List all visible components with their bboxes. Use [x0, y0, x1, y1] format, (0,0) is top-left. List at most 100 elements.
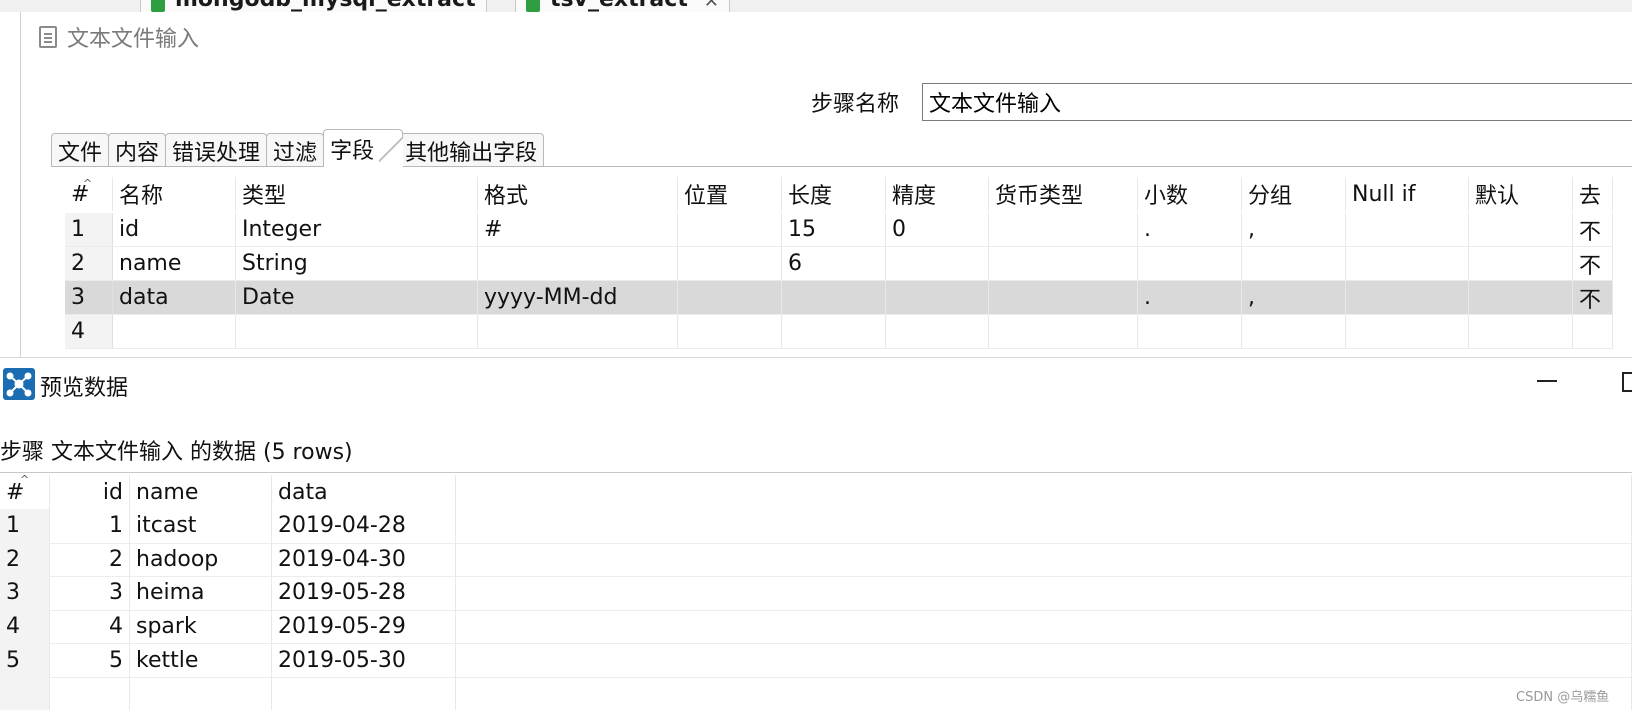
table-cell[interactable]: hadoop	[130, 542, 272, 578]
column-header[interactable]: 小数	[1138, 177, 1242, 211]
table-cell[interactable]: 2019-04-30	[272, 542, 456, 578]
column-header[interactable]: 格式	[478, 177, 678, 211]
table-cell[interactable]	[1469, 247, 1573, 281]
column-header[interactable]: name	[130, 475, 272, 510]
table-row[interactable]: 2 2 hadoop 2019-04-30	[0, 542, 1632, 578]
table-cell[interactable]: id	[113, 213, 236, 247]
table-row[interactable]: 2 name String 6 不	[65, 247, 1632, 281]
background-tab-tsv[interactable]: tsv_extract ✕	[515, 0, 730, 12]
step-name-input[interactable]	[922, 83, 1632, 121]
column-header[interactable]: 名称	[113, 177, 236, 211]
table-cell[interactable]	[886, 315, 989, 349]
table-cell[interactable]: ,	[1242, 281, 1346, 315]
minimize-button[interactable]	[1532, 366, 1562, 396]
table-cell[interactable]: 1	[50, 508, 130, 544]
column-header[interactable]: 精度	[886, 177, 989, 211]
table-cell[interactable]	[456, 575, 1632, 611]
table-cell[interactable]	[782, 281, 886, 315]
table-cell[interactable]: 不	[1573, 213, 1613, 247]
table-cell[interactable]	[113, 315, 236, 349]
table-cell[interactable]: 6	[782, 247, 886, 281]
table-cell[interactable]: 4	[50, 609, 130, 645]
table-cell[interactable]	[886, 247, 989, 281]
table-cell[interactable]	[1346, 247, 1469, 281]
table-cell[interactable]	[678, 213, 782, 247]
tab-error-handling[interactable]: 错误处理	[165, 133, 268, 167]
tab-filter[interactable]: 过滤	[266, 133, 325, 167]
table-cell[interactable]: 0	[886, 213, 989, 247]
table-cell[interactable]	[456, 609, 1632, 645]
table-cell[interactable]	[236, 315, 478, 349]
table-cell[interactable]: heima	[130, 575, 272, 611]
tab-file[interactable]: 文件	[51, 133, 110, 167]
table-cell[interactable]	[1242, 247, 1346, 281]
table-cell[interactable]	[989, 315, 1138, 349]
table-cell[interactable]	[456, 643, 1632, 678]
tab-content[interactable]: 内容	[108, 133, 167, 167]
table-cell[interactable]	[456, 508, 1632, 544]
column-header[interactable]: 分组	[1242, 177, 1346, 211]
table-cell[interactable]: data	[113, 281, 236, 315]
table-row[interactable]: 1 1 itcast 2019-04-28	[0, 508, 1632, 544]
table-cell[interactable]: 2019-04-28	[272, 508, 456, 544]
table-cell[interactable]	[456, 676, 1632, 710]
column-header[interactable]: 长度	[782, 177, 886, 211]
table-cell[interactable]	[1469, 281, 1573, 315]
maximize-button[interactable]	[1622, 372, 1632, 392]
table-cell[interactable]	[130, 676, 272, 710]
table-cell[interactable]	[989, 247, 1138, 281]
table-cell[interactable]: itcast	[130, 508, 272, 544]
table-row[interactable]: 4 4 spark 2019-05-29	[0, 609, 1632, 645]
column-header[interactable]: id	[50, 475, 130, 510]
table-cell[interactable]	[1242, 315, 1346, 349]
table-cell[interactable]	[678, 281, 782, 315]
table-cell[interactable]	[50, 676, 130, 710]
table-cell[interactable]: name	[113, 247, 236, 281]
table-cell[interactable]: 15	[782, 213, 886, 247]
table-cell[interactable]: 3	[50, 575, 130, 611]
column-header[interactable]: 去	[1573, 177, 1613, 211]
table-cell[interactable]: 不	[1573, 281, 1613, 315]
table-cell[interactable]: Integer	[236, 213, 478, 247]
table-cell[interactable]: spark	[130, 609, 272, 645]
table-cell[interactable]	[678, 315, 782, 349]
table-cell[interactable]	[1138, 315, 1242, 349]
table-cell[interactable]	[886, 281, 989, 315]
table-cell[interactable]: 不	[1573, 247, 1613, 281]
table-cell[interactable]	[1469, 213, 1573, 247]
table-row[interactable]: 3 data Date yyyy-MM-dd., 不	[65, 281, 1632, 315]
background-tab-mongodb[interactable]: mongodb_mysql_extract	[140, 0, 487, 12]
table-row[interactable]: 1 id Integer #15 0., 不	[65, 213, 1632, 247]
column-header[interactable]: Null if	[1346, 177, 1469, 211]
table-cell[interactable]: 2019-05-28	[272, 575, 456, 611]
column-header[interactable]	[456, 475, 1632, 510]
table-cell[interactable]	[272, 676, 456, 710]
table-cell[interactable]: #	[478, 213, 678, 247]
table-cell[interactable]: 2019-05-29	[272, 609, 456, 645]
table-cell[interactable]: yyyy-MM-dd	[478, 281, 678, 315]
table-cell[interactable]	[478, 315, 678, 349]
table-cell[interactable]: .	[1138, 213, 1242, 247]
tab-other-output-fields[interactable]: 其他输出字段	[398, 133, 545, 167]
column-header[interactable]: 类型	[236, 177, 478, 211]
table-cell[interactable]	[1138, 247, 1242, 281]
table-cell[interactable]	[989, 281, 1138, 315]
table-cell[interactable]	[456, 542, 1632, 578]
table-cell[interactable]: Date	[236, 281, 478, 315]
table-row[interactable]	[0, 676, 1632, 710]
table-cell[interactable]	[1469, 315, 1573, 349]
table-cell[interactable]: .	[1138, 281, 1242, 315]
table-cell[interactable]	[478, 247, 678, 281]
table-cell[interactable]	[1346, 281, 1469, 315]
table-cell[interactable]: ,	[1242, 213, 1346, 247]
column-header[interactable]: 默认	[1469, 177, 1573, 211]
table-row[interactable]: 5 5 kettle 2019-05-30	[0, 643, 1632, 678]
table-cell[interactable]	[1346, 213, 1469, 247]
table-cell[interactable]: 2019-05-30	[272, 643, 456, 678]
table-cell[interactable]: 2	[50, 542, 130, 578]
table-cell[interactable]	[782, 315, 886, 349]
tab-fields[interactable]: 字段	[323, 129, 404, 168]
table-cell[interactable]	[1346, 315, 1469, 349]
table-cell[interactable]	[678, 247, 782, 281]
column-header[interactable]: 位置	[678, 177, 782, 211]
